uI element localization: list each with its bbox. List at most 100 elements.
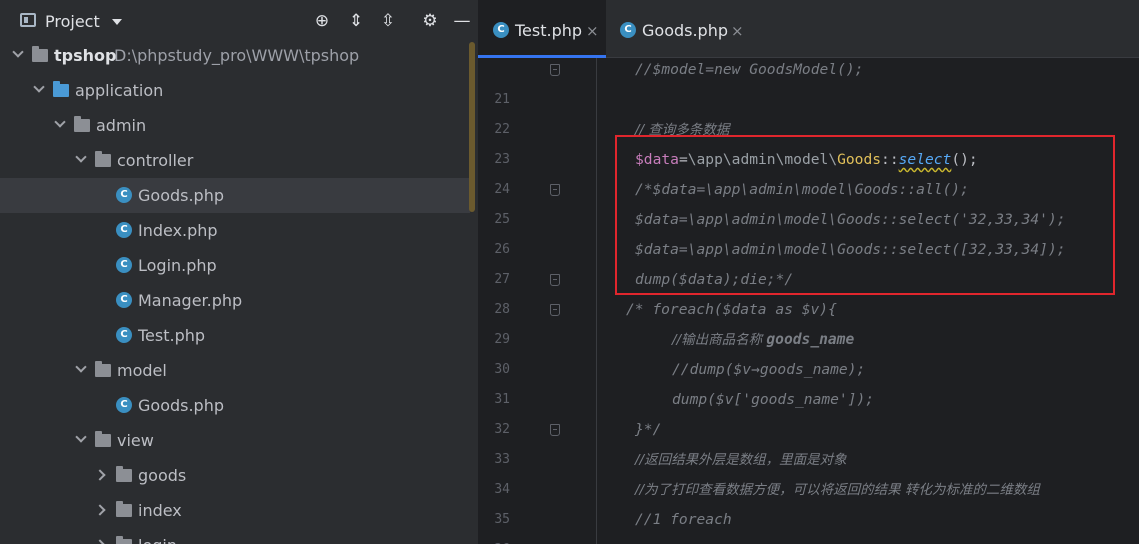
tab-goods-php[interactable]: C Goods.php ×: [606, 0, 746, 58]
code-line: 29 /* foreach($data as $v){: [478, 295, 1139, 347]
code-line: 36 //1 foreach: [478, 505, 1139, 544]
tree-item-label: index: [138, 501, 182, 520]
tree-item-label: model: [117, 361, 167, 380]
folder-icon: [95, 361, 111, 377]
chevron-right-icon[interactable]: [94, 469, 106, 481]
project-icon: [20, 13, 36, 27]
php-class-icon: C: [620, 22, 636, 38]
folder-icon: [32, 46, 48, 62]
fold-marker-icon[interactable]: [550, 424, 560, 436]
chevron-right-icon[interactable]: [94, 504, 106, 516]
php-class-icon: C: [116, 327, 132, 343]
fold-marker-icon[interactable]: [550, 274, 560, 286]
editor-tab-bar: C Test.php × C Goods.php ×: [478, 0, 1139, 58]
highlight-annotation-box: [615, 135, 1115, 295]
folder-icon: [74, 116, 90, 132]
tree-item-view[interactable]: view: [0, 423, 478, 458]
code-token-comment: goods_name: [766, 331, 855, 348]
tab-label: Test.php: [515, 21, 583, 40]
tab-test-php[interactable]: C Test.php ×: [478, 0, 606, 58]
project-panel: Project ⊕ ⇕ ⇳ ⚙ — tpshop D:\phpstudy_pro…: [0, 0, 478, 544]
expand-all-icon[interactable]: ⇕: [346, 11, 366, 31]
tree-item-application[interactable]: application: [0, 73, 478, 108]
project-panel-title[interactable]: Project: [45, 12, 100, 31]
tree-item-test-php[interactable]: C Test.php: [0, 318, 478, 353]
tree-item-label: Goods.php: [138, 396, 225, 415]
php-class-icon: C: [116, 222, 132, 238]
code-line: 35 //为了打印查看数据方便，可以将返回的结果 转化为标准的二维数组: [478, 475, 1139, 527]
tab-label: Goods.php: [642, 21, 729, 40]
code-line: 30 //输出商品名称 goods_name: [478, 325, 1139, 377]
code-text: //返回结果外层是数组，里面是对象: [635, 452, 847, 468]
php-class-icon: C: [116, 292, 132, 308]
code-text: //$model=new GoodsModel();: [635, 61, 864, 78]
php-class-icon: C: [116, 397, 132, 413]
fold-marker-icon[interactable]: [550, 184, 560, 196]
chevron-down-icon[interactable]: [33, 81, 45, 93]
code-text: }*/: [635, 421, 662, 438]
tree-item-view-login[interactable]: login: [0, 528, 478, 544]
tree-item-path: D:\phpstudy_pro\WWW\tpshop: [114, 46, 360, 65]
chevron-down-icon[interactable]: [54, 116, 66, 128]
code-line: 22: [478, 85, 1139, 137]
tree-item-label: Index.php: [138, 221, 218, 240]
tree-item-label: application: [75, 81, 164, 100]
code-token-comment: //输出商品名称: [672, 332, 767, 348]
tree-item-label: login: [138, 528, 177, 544]
tree-item-label: Test.php: [138, 326, 206, 345]
source-folder-icon: [53, 81, 69, 97]
tree-item-model-goods-php[interactable]: C Goods.php: [0, 388, 478, 423]
tree-item-manager-php[interactable]: C Manager.php: [0, 283, 478, 318]
tree-item-model[interactable]: model: [0, 353, 478, 388]
code-text: //输出商品名称 goods_name: [672, 325, 854, 355]
project-scrollbar[interactable]: [469, 42, 475, 212]
chevron-down-icon[interactable]: [12, 46, 24, 58]
tree-item-label: goods: [138, 466, 187, 485]
tree-item-controller[interactable]: controller: [0, 143, 478, 178]
fold-marker-icon[interactable]: [550, 304, 560, 316]
gear-icon[interactable]: ⚙: [420, 11, 440, 31]
php-class-icon: C: [116, 257, 132, 273]
tree-item-label: admin: [96, 116, 147, 135]
close-icon[interactable]: ×: [586, 0, 599, 62]
close-icon[interactable]: ×: [731, 0, 744, 62]
ide-window: Project ⊕ ⇕ ⇳ ⚙ — tpshop D:\phpstudy_pro…: [0, 0, 1139, 544]
php-class-icon: C: [493, 22, 509, 38]
tree-item-admin[interactable]: admin: [0, 108, 478, 143]
tree-item-label: Manager.php: [138, 291, 243, 310]
tree-item-view-index[interactable]: index: [0, 493, 478, 528]
collapse-all-icon[interactable]: ⇳: [378, 11, 398, 31]
chevron-right-icon[interactable]: [94, 539, 106, 544]
folder-icon: [116, 466, 132, 482]
chevron-down-icon[interactable]: [75, 431, 87, 443]
folder-icon: [95, 431, 111, 447]
code-text: //为了打印查看数据方便，可以将返回的结果 转化为标准的二维数组: [635, 482, 1040, 498]
tree-item-label: tpshop: [54, 46, 117, 65]
chevron-down-icon[interactable]: [75, 361, 87, 373]
code-text: //1 foreach: [635, 511, 732, 528]
tree-item-label: controller: [117, 151, 194, 170]
code-line: 33 }*/: [478, 415, 1139, 467]
tree-item-login-php[interactable]: C Login.php: [0, 248, 478, 283]
code-area[interactable]: 21 //$model=new GoodsModel(); 22 23 // 查…: [478, 58, 1139, 544]
chevron-down-icon[interactable]: [75, 151, 87, 163]
folder-icon: [116, 536, 132, 544]
locate-file-icon[interactable]: ⊕: [312, 11, 332, 31]
tree-item-index-php[interactable]: C Index.php: [0, 213, 478, 248]
code-text: /* foreach($data as $v){: [626, 301, 837, 318]
tree-item-label: Goods.php: [138, 186, 225, 205]
chevron-down-icon[interactable]: [112, 19, 122, 25]
tree-item-view-goods[interactable]: goods: [0, 458, 478, 493]
code-text: //dump($v→goods_name);: [672, 361, 866, 378]
hide-panel-icon[interactable]: —: [452, 11, 472, 31]
fold-marker-icon[interactable]: [550, 64, 560, 76]
tree-item-tpshop[interactable]: tpshop D:\phpstudy_pro\WWW\tpshop: [0, 38, 478, 73]
code-line: 21 //$model=new GoodsModel();: [478, 58, 1139, 107]
code-text: dump($v['goods_name']);: [672, 391, 875, 408]
tree-item-label: view: [117, 431, 154, 450]
code-line: 31 //dump($v→goods_name);: [478, 355, 1139, 407]
tree-item-goods-php[interactable]: C Goods.php: [0, 178, 470, 213]
code-line: 34 //返回结果外层是数组，里面是对象: [478, 445, 1139, 497]
tree-item-label: Login.php: [138, 256, 217, 275]
folder-icon: [95, 151, 111, 167]
